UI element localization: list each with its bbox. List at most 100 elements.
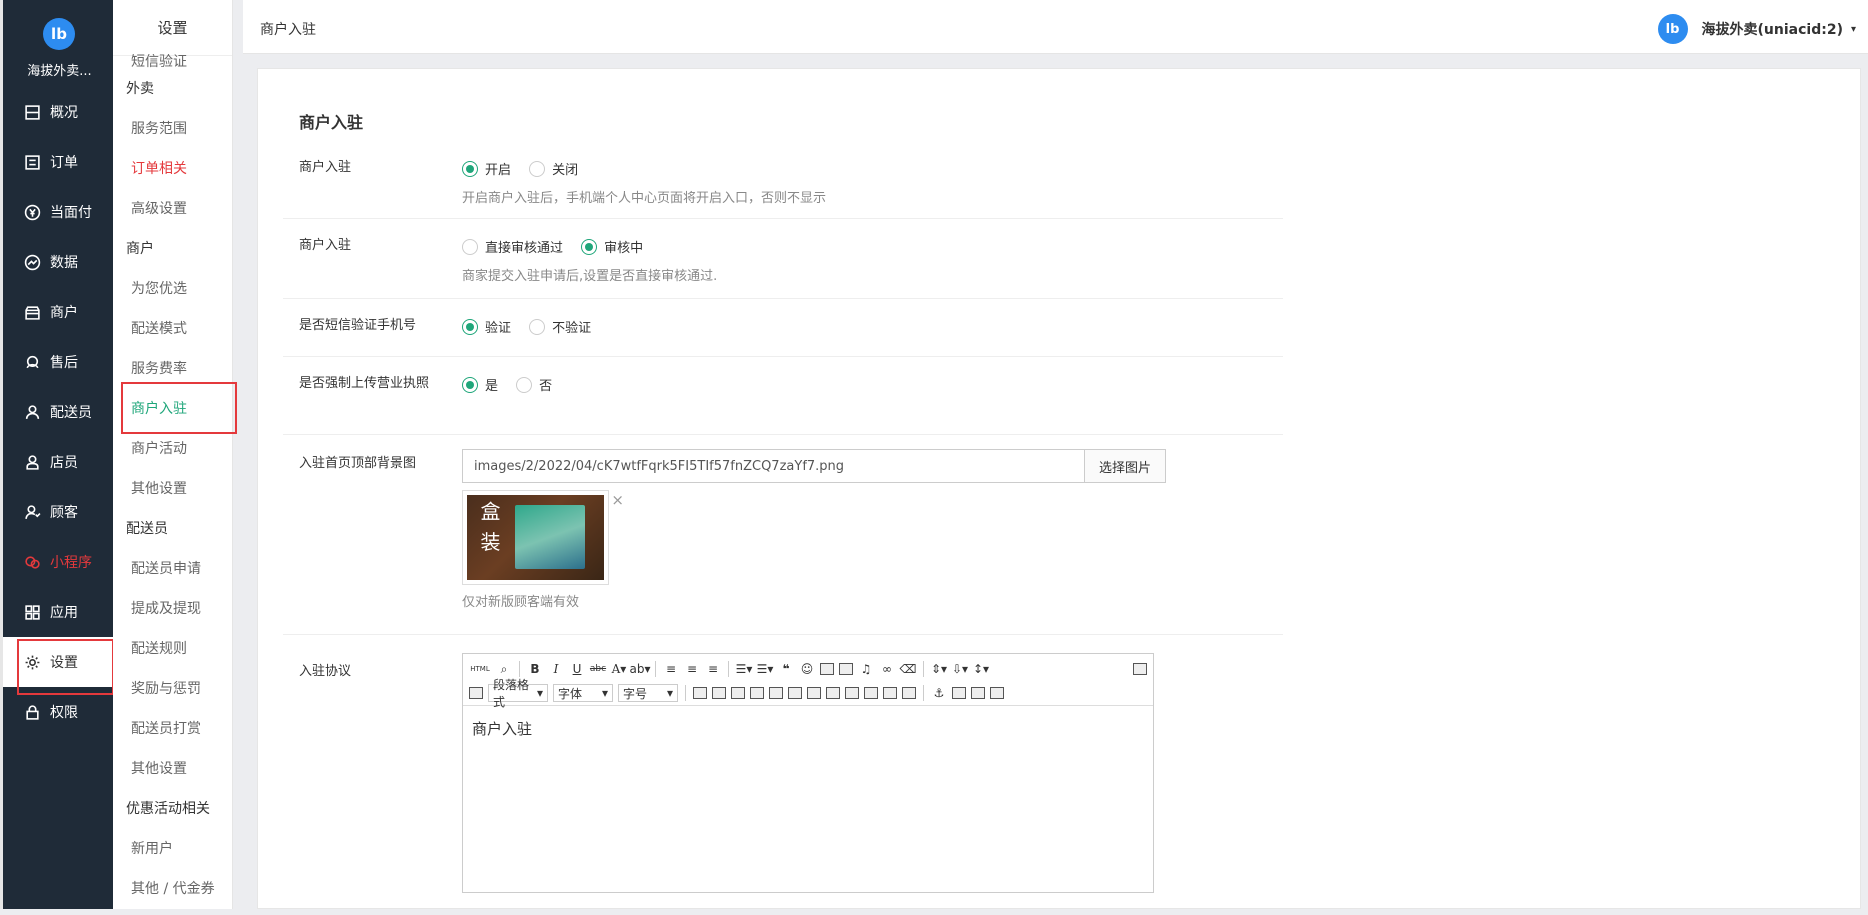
editor-content[interactable]: 商户入驻: [463, 706, 1153, 751]
delete-col-icon[interactable]: [769, 687, 783, 699]
sidebar-item-merchant-join[interactable]: 商户入驻: [113, 382, 237, 434]
chevron-down-icon: ▾: [666, 686, 673, 700]
bold-icon[interactable]: B: [527, 661, 543, 677]
image-path-input[interactable]: [462, 449, 1085, 483]
paragraph-format-select[interactable]: 段落格式 ▾: [488, 678, 548, 709]
link-icon[interactable]: ∞: [879, 661, 895, 677]
highlight-icon[interactable]: ab▾: [630, 661, 651, 677]
align-center-icon[interactable]: ≡: [684, 661, 700, 677]
image-thumbnail[interactable]: 盒 装 ×: [462, 490, 624, 585]
indent-icon[interactable]: [469, 687, 483, 699]
merge-cells-icon[interactable]: [788, 687, 802, 699]
nav-item-apps[interactable]: 应用: [3, 587, 116, 637]
nav-item-label: 小程序: [50, 555, 92, 571]
sidebar-item-courier-tips[interactable]: 配送员打赏: [113, 708, 232, 748]
nav-item-merchants[interactable]: 商户: [3, 287, 116, 337]
align-left-icon[interactable]: ≡: [663, 661, 679, 677]
sidebar-item-order-related[interactable]: 订单相关: [113, 148, 232, 188]
sidebar-item-coupons[interactable]: 其他 / 代金券: [113, 868, 232, 908]
eraser-icon[interactable]: ⌫: [900, 661, 917, 677]
search-icon[interactable]: ⌕: [496, 661, 512, 677]
insert-row-icon[interactable]: [712, 687, 726, 699]
music-icon[interactable]: ♫: [858, 661, 874, 677]
radio-close[interactable]: 关闭: [529, 159, 578, 178]
font-family-select[interactable]: 字体 ▾: [553, 684, 613, 702]
font-color-icon[interactable]: A▾: [611, 661, 627, 677]
paragraph-spacing-icon[interactable]: ⇩▾: [952, 661, 968, 677]
video-icon[interactable]: [839, 663, 853, 675]
field-label: 商户入驻: [299, 238, 352, 253]
line-height-icon[interactable]: ⇕▾: [931, 661, 947, 677]
nav-item-after-sales[interactable]: 售后: [3, 337, 116, 387]
close-icon[interactable]: ×: [611, 491, 624, 509]
html-source-button[interactable]: HTML: [469, 661, 491, 677]
delete-row-icon[interactable]: [750, 687, 764, 699]
nav-item-staff[interactable]: 店员: [3, 437, 116, 487]
sidebar-item-merchant-activity[interactable]: 商户活动: [113, 428, 232, 468]
radio-dot: [529, 160, 546, 177]
split-row-icon[interactable]: [864, 687, 878, 699]
sidebar-item-advanced[interactable]: 高级设置: [113, 188, 232, 228]
sidebar-item-courier-apply[interactable]: 配送员申请: [113, 548, 232, 588]
table-icon[interactable]: [693, 687, 707, 699]
sidebar-item-sms-verify[interactable]: 短信验证: [113, 54, 232, 68]
sidebar-item-courier-other[interactable]: 其他设置: [113, 748, 232, 788]
italic-icon[interactable]: I: [548, 661, 564, 677]
quote-icon[interactable]: ❝: [778, 661, 794, 677]
sidebar-item-commission[interactable]: 提成及提现: [113, 588, 232, 628]
nav-item-data[interactable]: 数据: [3, 237, 116, 287]
merge-right-icon[interactable]: [826, 687, 840, 699]
radio-auto-approve[interactable]: 直接审核通过: [462, 237, 563, 256]
radio-label: 审核中: [604, 241, 644, 256]
sidebar-group-courier: 配送员: [126, 521, 168, 537]
radio-label: 不验证: [552, 321, 592, 336]
delete-table-icon[interactable]: [902, 687, 916, 699]
radio-dot: [462, 160, 478, 177]
underline-icon[interactable]: U: [569, 661, 585, 677]
select-value: 字号: [623, 686, 648, 701]
radio-no[interactable]: 否: [516, 375, 552, 394]
font-size-select[interactable]: 字号 ▾: [618, 684, 678, 702]
paste-icon[interactable]: [990, 687, 1004, 699]
app-logo[interactable]: lb: [43, 18, 75, 50]
split-col-icon[interactable]: [883, 687, 897, 699]
headset-icon: [23, 353, 41, 371]
fullscreen-icon[interactable]: [1133, 663, 1147, 675]
radio-open[interactable]: 开启: [462, 159, 511, 178]
ordered-list-icon[interactable]: ☰▾: [736, 661, 753, 677]
nav-item-settings[interactable]: 设置: [3, 637, 116, 695]
insert-col-icon[interactable]: [731, 687, 745, 699]
nav-item-customers[interactable]: 顾客: [3, 487, 116, 537]
nav-item-overview[interactable]: 概况: [3, 87, 116, 137]
nav-item-couriers[interactable]: 配送员: [3, 387, 116, 437]
page-break-icon[interactable]: [952, 687, 966, 699]
radio-verify[interactable]: 验证: [462, 317, 511, 336]
unordered-list-icon[interactable]: ☰▾: [757, 661, 774, 677]
sidebar-item-recommend[interactable]: 为您优选: [113, 268, 232, 308]
toolbar-separator: [728, 661, 729, 677]
sidebar-item-service-area[interactable]: 服务范围: [113, 108, 232, 148]
user-menu[interactable]: lb 海拔外卖(uniacid:2) ▾: [1657, 14, 1856, 44]
sidebar-item-new-user[interactable]: 新用户: [113, 828, 232, 868]
nav-item-face-pay[interactable]: 当面付: [3, 187, 116, 237]
strikethrough-icon[interactable]: abc: [590, 661, 606, 677]
emoji-icon[interactable]: ☺: [799, 661, 815, 677]
nav-item-orders[interactable]: 订单: [3, 137, 116, 187]
radio-yes[interactable]: 是: [462, 375, 498, 394]
image-icon[interactable]: [820, 663, 834, 675]
radio-no-verify[interactable]: 不验证: [529, 317, 591, 336]
sidebar-item-rewards[interactable]: 奖励与惩罚: [113, 668, 232, 708]
nav-item-miniprogram[interactable]: 小程序: [3, 537, 116, 587]
sidebar-item-merchant-other[interactable]: 其他设置: [113, 468, 232, 508]
merge-down-icon[interactable]: [845, 687, 859, 699]
split-cells-icon[interactable]: [807, 687, 821, 699]
sidebar-item-delivery-rules[interactable]: 配送规则: [113, 628, 232, 668]
sidebar-item-delivery-mode[interactable]: 配送模式: [113, 308, 232, 348]
select-image-button[interactable]: 选择图片: [1085, 449, 1166, 483]
anchor-icon[interactable]: ⚓: [931, 685, 947, 701]
radio-under-review[interactable]: 审核中: [581, 237, 643, 256]
print-icon[interactable]: [971, 687, 985, 699]
row-spacing-icon[interactable]: ↕▾: [973, 661, 989, 677]
nav-item-label: 店员: [50, 455, 78, 471]
align-right-icon[interactable]: ≡: [705, 661, 721, 677]
